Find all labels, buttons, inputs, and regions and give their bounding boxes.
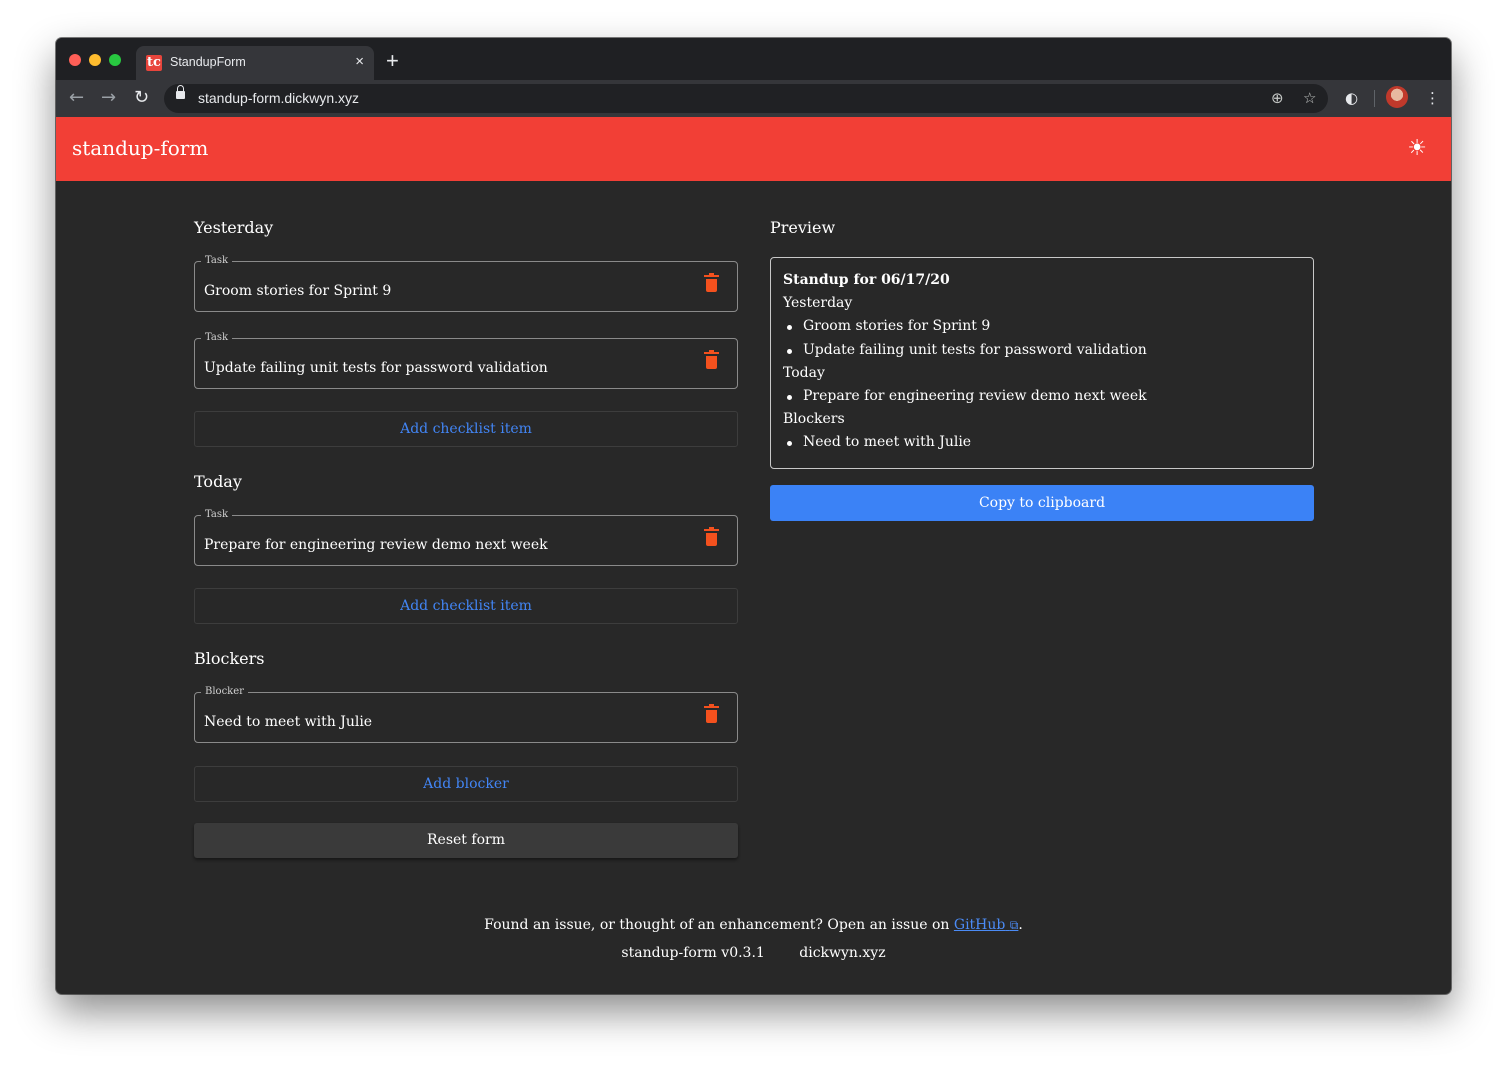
yesterday-task-field[interactable]: Task Update failing unit tests for passw… [194,332,738,389]
preview-list-item: Groom stories for Sprint 9 [786,318,991,334]
task-input[interactable]: Prepare for engineering review demo next… [204,537,548,553]
tab-close-icon[interactable]: × [355,53,364,70]
tab-title: StandupForm [170,55,246,69]
forward-icon[interactable]: → [101,88,116,108]
task-field-label: Task [201,332,233,344]
copy-to-clipboard-button[interactable]: Copy to clipboard [770,485,1314,521]
install-app-icon[interactable]: ⊕ [1271,89,1284,107]
browser-window: tc StandupForm × + ← → ↻ standup-form.di… [56,38,1451,994]
maximize-window-button[interactable] [109,54,121,66]
url-text: standup-form.dickwyn.xyz [198,90,360,106]
more-menu-icon[interactable]: ⋮ [1425,90,1440,106]
version-text: standup-form v0.3.1 [621,945,765,961]
footer-links: standup-form v0.3.1 dickwyn.xyz [56,945,1451,961]
blocker-field-label: Blocker [201,686,248,698]
blocker-field[interactable]: Blocker Need to meet with Julie [194,686,738,743]
delete-trash-icon[interactable] [704,527,719,546]
yesterday-heading: Yesterday [194,218,274,237]
reset-form-button[interactable]: Reset form [194,823,738,858]
add-blocker-button[interactable]: Add blocker [194,766,738,802]
delete-trash-icon[interactable] [704,273,719,292]
minimize-window-button[interactable] [89,54,101,66]
preview-list-item: Need to meet with Julie [786,434,972,450]
tab-strip: tc StandupForm × + [56,38,1451,80]
app-bar: standup-form ☀ [56,117,1451,181]
theme-toggle-sun-icon[interactable]: ☀ [1407,137,1427,161]
yesterday-task-field[interactable]: Task Groom stories for Sprint 9 [194,255,738,312]
extension-icon[interactable]: ◐ [1345,90,1358,106]
browser-toolbar: ← → ↻ standup-form.dickwyn.xyz ⊕ ☆ ◐ ⋮ [56,80,1451,117]
footer-message: Found an issue, or thought of an enhance… [484,917,950,933]
footer-issue-text: Found an issue, or thought of an enhance… [56,917,1451,933]
reload-icon[interactable]: ↻ [134,88,149,108]
task-input[interactable]: Groom stories for Sprint 9 [204,283,391,299]
preview-blockers-label: Blockers [783,411,845,427]
today-task-field[interactable]: Task Prepare for engineering review demo… [194,509,738,566]
add-yesterday-checklist-button[interactable]: Add checklist item [194,411,738,447]
delete-trash-icon[interactable] [704,350,719,369]
new-tab-icon[interactable]: + [386,48,399,74]
address-bar[interactable]: standup-form.dickwyn.xyz ⊕ ☆ [164,84,1328,113]
github-link[interactable]: GitHub ⧉ [954,917,1019,933]
today-heading: Today [194,472,242,491]
app-title: standup-form [72,136,209,160]
preview-box: Standup for 06/17/20 Yesterday Groom sto… [770,257,1314,469]
add-today-checklist-button[interactable]: Add checklist item [194,588,738,624]
blocker-input[interactable]: Need to meet with Julie [204,714,372,730]
toolbar-divider [1374,90,1375,107]
preview-standup-title: Standup for 06/17/20 [783,272,950,288]
bookmark-star-icon[interactable]: ☆ [1303,89,1316,107]
close-window-button[interactable] [69,54,81,66]
site-link[interactable]: dickwyn.xyz [799,945,885,961]
task-field-label: Task [201,255,233,267]
preview-list-item: Update failing unit tests for password v… [787,342,1147,358]
preview-yesterday-label: Yesterday [783,295,853,311]
preview-today-label: Today [783,365,825,381]
delete-trash-icon[interactable] [704,704,719,723]
back-icon[interactable]: ← [69,88,84,108]
browser-tab[interactable]: tc StandupForm × [136,46,374,80]
preview-heading: Preview [770,218,836,237]
blockers-heading: Blockers [194,649,265,668]
preview-list-item: Prepare for engineering review demo next… [787,388,1147,404]
profile-avatar[interactable] [1386,86,1408,108]
task-field-label: Task [201,509,233,521]
lock-icon [176,85,185,99]
favicon-icon: tc [146,55,162,71]
footer-period: . [1018,917,1023,933]
task-input[interactable]: Update failing unit tests for password v… [204,360,548,376]
